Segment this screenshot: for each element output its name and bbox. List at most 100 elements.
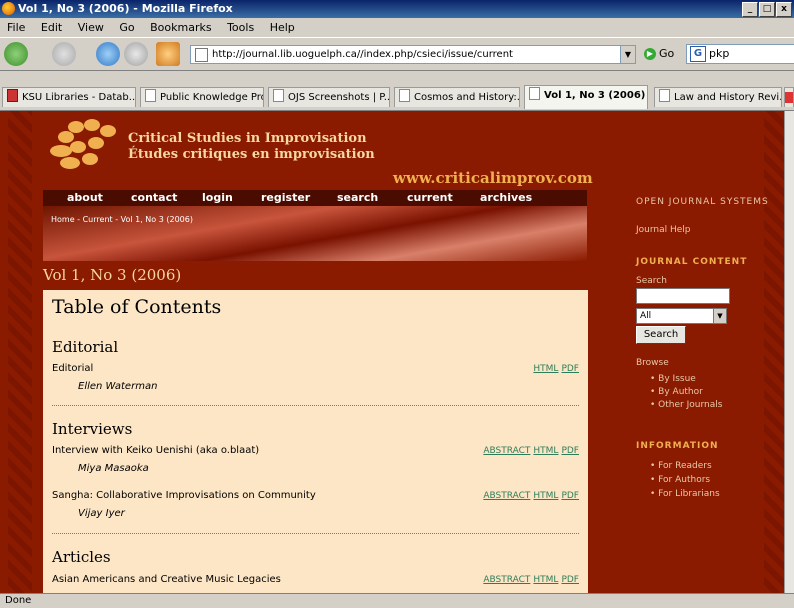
section-divider: [52, 405, 579, 406]
article-links: ABSTRACT HTML PDF: [480, 491, 579, 501]
for-readers-link[interactable]: • For Readers: [650, 461, 712, 471]
left-border-pattern: [8, 111, 32, 593]
menu-view[interactable]: View: [78, 21, 104, 34]
menu-bar: File Edit View Go Bookmarks Tools Help: [0, 18, 794, 37]
url-text: http://journal.lib.uoguelph.ca//index.ph…: [212, 49, 513, 60]
search-input[interactable]: Gpkp: [686, 44, 794, 64]
for-authors-link[interactable]: • For Authors: [650, 475, 710, 485]
chevron-down-icon[interactable]: ▼: [620, 46, 635, 63]
search-scope-select[interactable]: All ▼: [636, 308, 727, 324]
menu-edit[interactable]: Edit: [41, 21, 62, 34]
go-button[interactable]: ▶ Go: [644, 47, 674, 60]
window-title: Vol 1, No 3 (2006) - Mozilla Firefox: [18, 2, 233, 15]
nav-register[interactable]: register: [261, 191, 310, 204]
tab-ksu-libraries[interactable]: KSU Libraries - Datab...: [2, 87, 136, 107]
menu-file[interactable]: File: [7, 21, 25, 34]
section-heading-interviews: Interviews: [52, 420, 133, 438]
menu-go[interactable]: Go: [119, 21, 134, 34]
breadcrumb[interactable]: Home - Current - Vol 1, No 3 (2006): [51, 215, 193, 224]
back-arrow-icon[interactable]: [4, 42, 28, 66]
ojs-label[interactable]: OPEN JOURNAL SYSTEMS: [636, 197, 769, 207]
nav-about[interactable]: about: [67, 191, 103, 204]
tab-law-history[interactable]: Law and History Revi...: [654, 87, 782, 107]
article-links: ABSTRACT HTML PDF: [480, 575, 579, 585]
home-icon[interactable]: [156, 42, 180, 66]
nav-archives[interactable]: archives: [480, 191, 532, 204]
ksu-icon: [7, 89, 18, 102]
close-button[interactable]: x: [776, 2, 792, 17]
pdf-link[interactable]: PDF: [561, 491, 579, 501]
menu-help[interactable]: Help: [270, 21, 295, 34]
right-border-pattern: [764, 111, 784, 593]
maximize-button[interactable]: □: [759, 2, 775, 17]
information-heading: INFORMATION: [636, 441, 719, 451]
forward-arrow-icon[interactable]: [52, 42, 76, 66]
page-icon: [145, 89, 156, 102]
sidebar-search-button[interactable]: Search: [636, 326, 686, 344]
article-title: Sangha: Collaborative Improvisations on …: [52, 490, 316, 501]
tab-overflow-icon: [785, 92, 793, 103]
window-titlebar: Vol 1, No 3 (2006) - Mozilla Firefox _ □…: [0, 0, 794, 18]
stop-icon[interactable]: [124, 42, 148, 66]
issue-title: Vol 1, No 3 (2006): [43, 266, 182, 284]
browse-by-author-link[interactable]: • By Author: [650, 387, 703, 397]
abstract-link[interactable]: ABSTRACT: [483, 446, 530, 456]
toc-heading: Table of Contents: [52, 296, 222, 318]
section-heading-articles: Articles: [52, 548, 111, 566]
search-label: Search: [636, 276, 667, 286]
abstract-link[interactable]: ABSTRACT: [483, 491, 530, 501]
nav-contact[interactable]: contact: [131, 191, 177, 204]
tab-cosmos-history[interactable]: Cosmos and History:...: [394, 87, 520, 107]
address-bar[interactable]: http://journal.lib.uoguelph.ca//index.ph…: [190, 45, 636, 64]
pdf-link[interactable]: PDF: [561, 446, 579, 456]
nav-search[interactable]: search: [337, 191, 378, 204]
browse-by-issue-link[interactable]: • By Issue: [650, 374, 696, 384]
minimize-button[interactable]: _: [742, 2, 758, 17]
page-icon: [399, 89, 410, 102]
page-icon: [273, 89, 284, 102]
reload-icon[interactable]: [96, 42, 120, 66]
tab-overflow[interactable]: [784, 87, 794, 107]
vertical-scrollbar[interactable]: [784, 111, 794, 593]
other-journals-link[interactable]: • Other Journals: [650, 400, 722, 410]
menu-tools[interactable]: Tools: [227, 21, 254, 34]
html-link[interactable]: HTML: [533, 446, 558, 456]
browse-label: Browse: [636, 358, 669, 368]
abstract-link[interactable]: ABSTRACT: [483, 575, 530, 585]
article-title: Asian Americans and Creative Music Legac…: [52, 574, 281, 585]
section-heading-editorial: Editorial: [52, 338, 119, 356]
nav-login[interactable]: login: [202, 191, 233, 204]
header-banner: Home - Current - Vol 1, No 3 (2006): [43, 206, 587, 261]
site-name: Critical Studies in Improvisation Études…: [128, 131, 375, 162]
journal-content-heading: JOURNAL CONTENT: [636, 257, 748, 267]
tab-current-issue[interactable]: Vol 1, No 3 (2006): [524, 85, 648, 109]
section-divider: [52, 533, 579, 534]
article-links: HTML PDF: [530, 364, 579, 374]
firefox-icon: [2, 2, 15, 15]
pdf-link[interactable]: PDF: [561, 575, 579, 585]
journal-help-link[interactable]: Journal Help: [636, 225, 691, 235]
status-bar: Done: [0, 593, 794, 608]
site-nav: about contact login register search curr…: [43, 190, 587, 206]
web-page: Critical Studies in Improvisation Études…: [0, 111, 784, 593]
html-link[interactable]: HTML: [533, 364, 558, 374]
tab-ojs-screenshots[interactable]: OJS Screenshots | P...: [268, 87, 390, 107]
article-title: Editorial: [52, 363, 94, 374]
google-icon: G: [690, 46, 706, 62]
html-link[interactable]: HTML: [533, 575, 558, 585]
menu-bookmarks[interactable]: Bookmarks: [150, 21, 211, 34]
journal-logo: [50, 119, 128, 174]
page-icon: [659, 89, 670, 102]
for-librarians-link[interactable]: • For Librarians: [650, 489, 720, 499]
article-author: Ellen Waterman: [78, 381, 158, 392]
tab-public-knowledge[interactable]: Public Knowledge Pro...: [140, 87, 264, 107]
status-text: Done: [5, 595, 32, 606]
page-icon: [529, 87, 540, 100]
pdf-link[interactable]: PDF: [561, 364, 579, 374]
site-url: www.criticalimprov.com: [393, 169, 593, 187]
html-link[interactable]: HTML: [533, 491, 558, 501]
sidebar-search-input[interactable]: [636, 288, 730, 304]
nav-current[interactable]: current: [407, 191, 453, 204]
tab-bar: KSU Libraries - Datab... Public Knowledg…: [0, 84, 794, 111]
article-author: Miya Masaoka: [78, 463, 149, 474]
